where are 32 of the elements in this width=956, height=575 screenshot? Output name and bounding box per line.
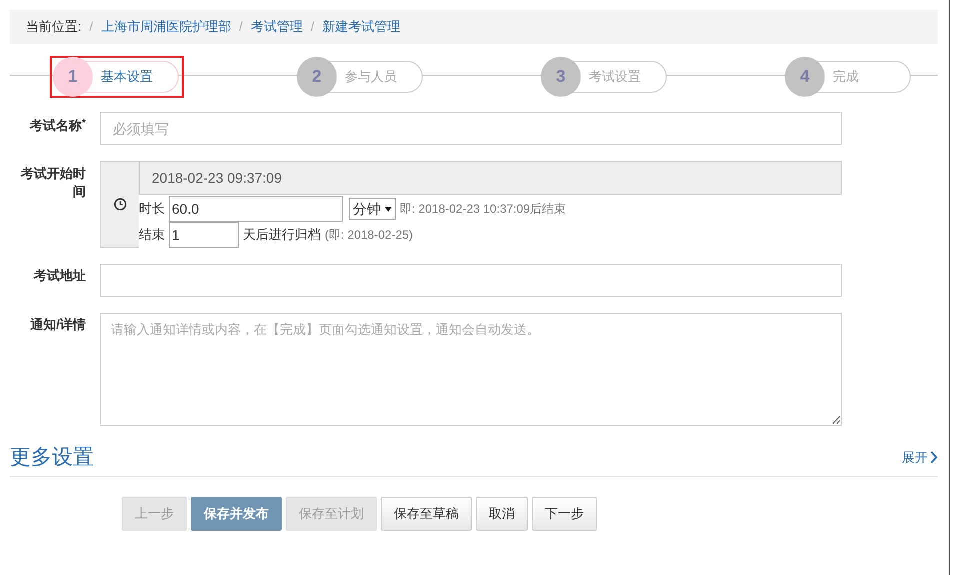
- breadcrumb-label: 当前位置:: [26, 18, 82, 36]
- exam-name-field[interactable]: 必须填写: [100, 112, 842, 145]
- breadcrumb-separator: /: [310, 18, 314, 36]
- archive-text: 天后进行归档: [243, 226, 321, 244]
- archive-days-field[interactable]: 1: [169, 222, 239, 248]
- unit-dropdown[interactable]: 分钟: [349, 198, 396, 220]
- breadcrumb-link[interactable]: 上海市周浦医院护理部: [101, 17, 232, 37]
- archive-note: (即: 2018-02-25): [325, 227, 414, 244]
- duration-label: 时长: [139, 200, 165, 218]
- field-label: 通知/详情: [30, 317, 86, 332]
- action-button[interactable]: 下一步: [532, 496, 597, 530]
- breadcrumb-link[interactable]: 新建考试管理: [322, 17, 400, 37]
- action-button[interactable]: 取消: [476, 496, 528, 530]
- notes-field[interactable]: 请输入通知详情或内容，在【完成】页面勾选通知设置，通知会自动发送。: [100, 313, 842, 426]
- action-button[interactable]: 保存至草稿: [381, 496, 472, 530]
- start-time-field[interactable]: 2018-02-23 09:37:09: [139, 161, 842, 195]
- archive-label: 结束: [139, 226, 165, 244]
- address-field[interactable]: [100, 264, 842, 297]
- breadcrumb-link[interactable]: 考试管理: [250, 17, 303, 37]
- action-button[interactable]: 保存并发布: [191, 496, 282, 530]
- field-label: 考试名称*: [30, 118, 86, 133]
- end-time-note: 即: 2018-02-23 10:37:09后结束: [400, 201, 566, 218]
- breadcrumb-separator: /: [239, 18, 243, 36]
- duration-field[interactable]: 60.0: [169, 196, 343, 222]
- clock-icon: [114, 198, 126, 211]
- field-label: 考试开始时间: [20, 165, 86, 201]
- field-label: 考试地址: [34, 268, 86, 283]
- caret-icon: [385, 206, 392, 212]
- chevron-right-icon: [930, 451, 938, 464]
- section-title: 更多设置: [10, 445, 94, 471]
- breadcrumb-separator: /: [90, 18, 94, 36]
- expand-link[interactable]: 展开: [902, 448, 938, 468]
